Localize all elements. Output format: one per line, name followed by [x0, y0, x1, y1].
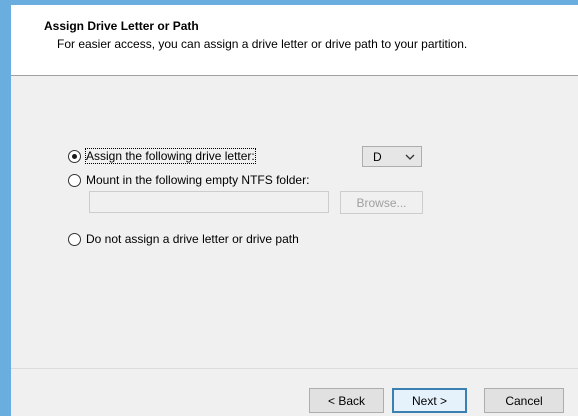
no-letter-label[interactable]: Do not assign a drive letter or drive pa…: [86, 232, 299, 246]
drive-letter-value: D: [373, 149, 382, 164]
no-letter-radio[interactable]: [68, 232, 81, 246]
browse-button[interactable]: Browse...: [340, 191, 423, 214]
wizard-content: [11, 76, 578, 368]
mount-folder-option[interactable]: Mount in the following empty NTFS folder…: [68, 173, 309, 187]
page-title: Assign Drive Letter or Path: [44, 19, 199, 33]
mount-folder-label[interactable]: Mount in the following empty NTFS folder…: [86, 173, 309, 187]
wizard-header: Assign Drive Letter or Path For easier a…: [11, 5, 578, 76]
no-letter-option[interactable]: Do not assign a drive letter or drive pa…: [68, 232, 299, 246]
cancel-button[interactable]: Cancel: [484, 388, 564, 413]
folder-path-input[interactable]: [89, 191, 329, 213]
page-subtitle: For easier access, you can assign a driv…: [57, 37, 468, 51]
assign-letter-label[interactable]: Assign the following drive letter:: [85, 148, 256, 164]
next-button[interactable]: Next >: [392, 388, 467, 413]
mount-folder-radio[interactable]: [68, 173, 81, 187]
assign-letter-radio[interactable]: [68, 149, 81, 163]
back-button[interactable]: < Back: [309, 388, 384, 413]
window-frame-left: [0, 0, 11, 416]
assign-letter-option[interactable]: Assign the following drive letter:: [68, 148, 256, 164]
drive-letter-select[interactable]: D: [362, 146, 422, 167]
chevron-down-icon: [405, 154, 415, 160]
